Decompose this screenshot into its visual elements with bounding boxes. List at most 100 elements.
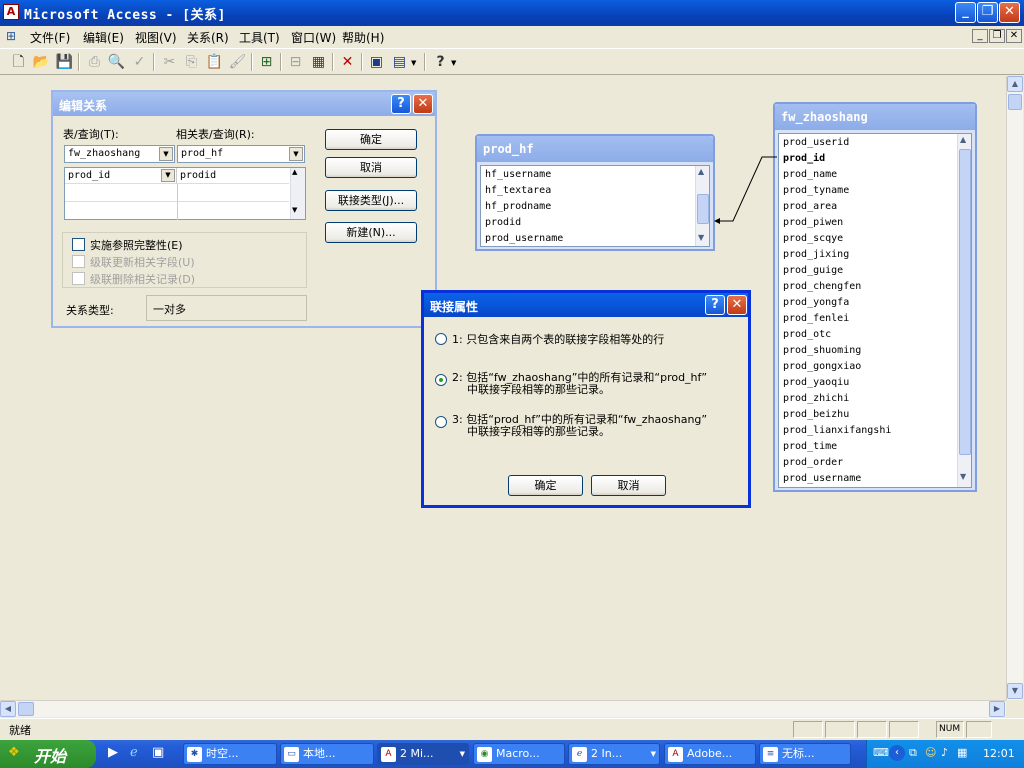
messenger-icon[interactable]: ☺	[925, 746, 936, 759]
horizontal-scroll-thumb[interactable]	[18, 702, 34, 716]
vertical-scrollbar[interactable]: ▲ ▼	[1006, 76, 1023, 700]
tray-icon[interactable]: ▦	[957, 746, 967, 759]
taskbar-item[interactable]: ✱ 时空...	[183, 743, 277, 765]
print-icon[interactable]: ⎙	[84, 52, 105, 73]
menu-window[interactable]: 窗口(W)	[291, 29, 336, 46]
dialog-title-bar[interactable]: 联接属性 ? ✕	[424, 293, 748, 317]
vertical-scroll-thumb[interactable]	[1008, 94, 1022, 110]
open-icon[interactable]: 📂	[31, 52, 52, 73]
show-direct-icon[interactable]: ⊟	[285, 52, 306, 73]
join-option-3-radio[interactable]	[435, 416, 447, 428]
keyboard-icon[interactable]: ⌨	[873, 746, 889, 759]
format-painter-icon[interactable]: 🖌	[227, 52, 248, 73]
taskbar-item[interactable]: ▭ 本地...	[280, 743, 374, 765]
table-title-bar[interactable]: prod_hf	[477, 136, 713, 162]
join-option-2-radio[interactable]	[435, 374, 447, 386]
close-button[interactable]: ✕	[999, 2, 1020, 23]
field-item[interactable]: prodid	[485, 215, 521, 231]
paste-icon[interactable]: 📋	[204, 52, 225, 73]
access-app-icon[interactable]: A	[3, 4, 19, 20]
field-item[interactable]: prod_otc	[783, 327, 831, 343]
mdi-close-button[interactable]: ✕	[1006, 29, 1022, 43]
field-item[interactable]: prod_lianxifangshi	[783, 423, 891, 439]
network-icon[interactable]: ⧉	[909, 746, 917, 760]
menu-view[interactable]: 视图(V)	[135, 29, 177, 46]
show-all-icon[interactable]: ▦	[308, 52, 329, 73]
field-item[interactable]: prod_time	[783, 439, 837, 455]
horizontal-scrollbar[interactable]: ◀ ▶	[0, 700, 1006, 717]
print-preview-icon[interactable]: 🔍	[106, 52, 127, 73]
field-item[interactable]: prod_jixing	[783, 247, 849, 263]
field-item[interactable]: prod_tyname	[783, 183, 849, 199]
minimize-button[interactable]: _	[955, 2, 976, 23]
restore-button[interactable]: ❐	[977, 2, 998, 23]
relationships-icon[interactable]: ⊞	[6, 29, 16, 43]
quicklaunch-icon[interactable]: ▣	[152, 745, 164, 760]
volume-icon[interactable]: ♪	[941, 746, 948, 759]
scroll-thumb[interactable]	[959, 149, 971, 455]
field-item[interactable]: prod_beizhu	[783, 407, 849, 423]
field-list[interactable]: hf_username hf_textarea hf_prodname prod…	[480, 165, 710, 247]
show-table-icon[interactable]: ⊞	[256, 52, 277, 73]
scroll-up-icon[interactable]: ▲	[1007, 76, 1023, 92]
menu-relationships[interactable]: 关系(R)	[187, 29, 229, 46]
create-new-button[interactable]: 新建(N)...	[325, 222, 417, 243]
close-button[interactable]: ✕	[727, 295, 747, 315]
field-item[interactable]: prod_chengfen	[783, 279, 861, 295]
join-option-1-radio[interactable]	[435, 333, 447, 345]
field-item[interactable]: prod_yaoqiu	[783, 375, 849, 391]
taskbar-item[interactable]: A Adobe...	[664, 743, 756, 765]
related-table-combo[interactable]: prod_hf ▼	[177, 145, 305, 163]
taskbar-item[interactable]: ◉ Macro...	[473, 743, 565, 765]
scroll-down-icon[interactable]: ▼	[960, 472, 966, 481]
ie-icon[interactable]: ℯ	[130, 745, 138, 760]
enforce-integrity-checkbox[interactable]	[72, 238, 85, 251]
taskbar-item[interactable]: ≡ 无标...	[759, 743, 851, 765]
field-item[interactable]: prod_guige	[783, 263, 843, 279]
field-item[interactable]: prod_yongfa	[783, 295, 849, 311]
field-item[interactable]: hf_prodname	[485, 199, 551, 215]
taskbar-item[interactable]: ℯ2 In... ▼	[568, 743, 660, 765]
field-item[interactable]: prod_scqye	[783, 231, 843, 247]
menu-file[interactable]: 文件(F)	[30, 29, 70, 46]
delete-icon[interactable]: ✕	[337, 52, 358, 73]
field-item[interactable]: prod_gongxiao	[783, 359, 861, 375]
field-item[interactable]: prod_fenlei	[783, 311, 849, 327]
chevron-left-icon[interactable]: ‹	[889, 745, 905, 761]
scroll-left-icon[interactable]: ◀	[0, 701, 16, 717]
field-item[interactable]: prod_area	[783, 199, 837, 215]
field-grid-scrollbar[interactable]: ▲ ▼	[290, 168, 305, 219]
table-title-bar[interactable]: fw_zhaoshang	[775, 104, 975, 130]
field-item[interactable]: hf_username	[485, 167, 551, 183]
field-list[interactable]: prod_userid prod_id prod_name prod_tyname pr…	[778, 133, 972, 488]
cascade-delete-checkbox[interactable]	[72, 272, 85, 285]
cascade-update-checkbox[interactable]	[72, 255, 85, 268]
scroll-right-icon[interactable]: ▶	[989, 701, 1005, 717]
field-item[interactable]: prod_order	[783, 455, 843, 471]
join-type-button[interactable]: 联接类型(J)...	[325, 190, 417, 211]
cancel-button[interactable]: 取消	[591, 475, 666, 496]
help-button[interactable]: ?	[391, 94, 411, 114]
field-item[interactable]: hf_textarea	[485, 183, 551, 199]
chevron-down-icon[interactable]: ▼	[411, 59, 416, 67]
close-button[interactable]: ✕	[413, 94, 433, 114]
field-item[interactable]: prod_username	[485, 231, 563, 247]
start-button[interactable]: ❖ 开始	[0, 740, 96, 768]
mdi-minimize-button[interactable]: _	[972, 29, 988, 43]
dialog-title-bar[interactable]: 编辑关系 ? ✕	[53, 92, 435, 116]
menu-edit[interactable]: 编辑(E)	[83, 29, 124, 46]
chevron-down-icon[interactable]: ▼	[451, 59, 456, 67]
cancel-button[interactable]: 取消	[325, 157, 417, 178]
field-list-scrollbar[interactable]: ▲ ▼	[957, 134, 971, 487]
help-icon[interactable]: ?	[430, 52, 451, 73]
field-item[interactable]: prod_shuoming	[783, 343, 861, 359]
relationship-line[interactable]	[700, 140, 790, 240]
field-right-cell[interactable]: prodid	[177, 168, 289, 184]
menu-tools[interactable]: 工具(T)	[239, 29, 280, 46]
table-combo[interactable]: fw_zhaoshang ▼	[64, 145, 175, 163]
chevron-down-icon[interactable]: ▼	[289, 147, 303, 161]
save-icon[interactable]: 💾	[54, 52, 75, 73]
scroll-up-icon[interactable]: ▲	[292, 168, 297, 176]
field-item[interactable]: prod_userid	[783, 135, 849, 151]
copy-icon[interactable]: ⎘	[181, 52, 202, 73]
